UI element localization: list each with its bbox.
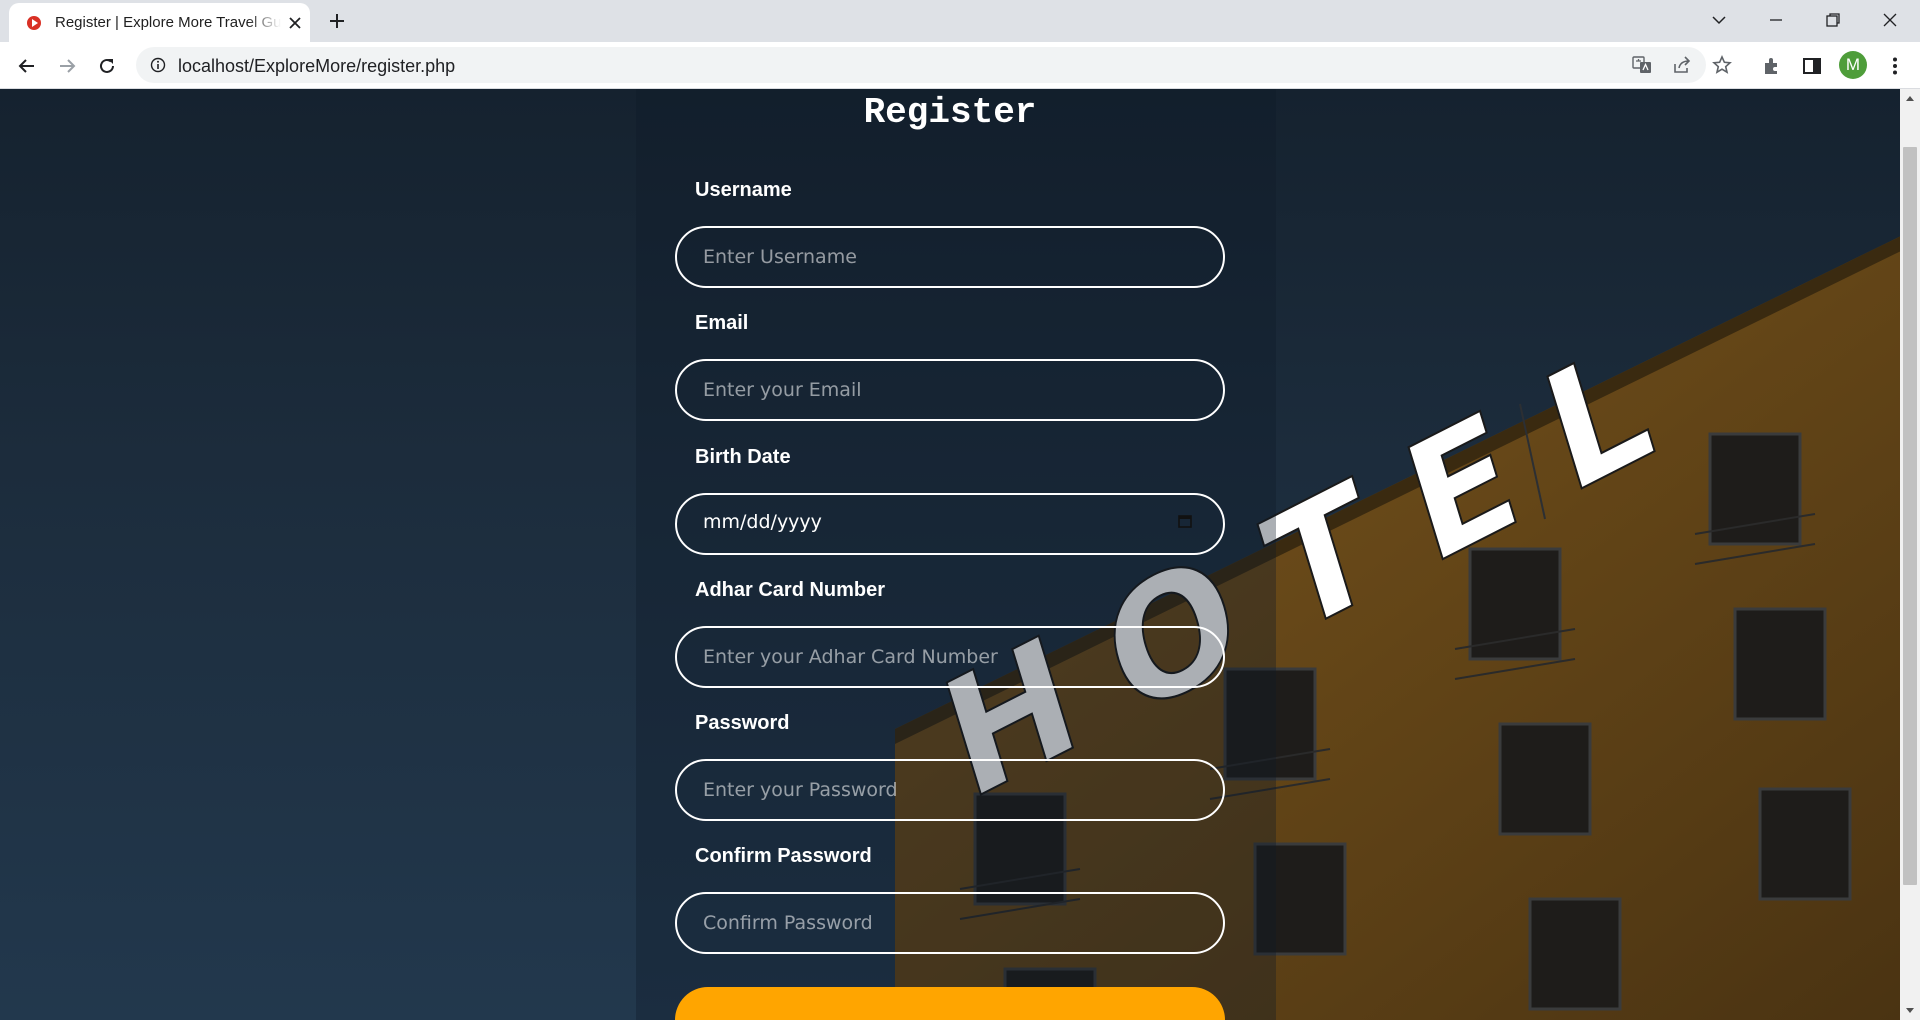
page-title: Register [863, 92, 1037, 133]
username-input[interactable] [675, 226, 1225, 288]
tab-search-button[interactable] [1704, 7, 1734, 33]
share-icon[interactable] [1672, 55, 1692, 75]
password-input[interactable] [675, 759, 1225, 821]
page-viewport: HOTEL Register Username Email Birth Date… [0, 89, 1900, 1020]
browser-tab[interactable]: Register | Explore More Travel Guide [9, 3, 310, 42]
birth-date-label: Birth Date [695, 446, 791, 468]
profile-avatar[interactable]: M [1839, 51, 1867, 79]
translate-icon[interactable] [1632, 55, 1652, 75]
page-scrollbar[interactable] [1900, 89, 1920, 1020]
tab-title: Register | Explore More Travel Guide [55, 14, 281, 31]
restore-button[interactable] [1818, 7, 1848, 33]
tab-close-icon[interactable] [288, 16, 302, 30]
forward-icon [60, 59, 76, 73]
email-input[interactable] [675, 359, 1225, 421]
scroll-up-icon[interactable] [1904, 93, 1916, 105]
info-icon[interactable] [150, 57, 166, 73]
username-label: Username [695, 179, 792, 201]
side-panel-icon[interactable] [1801, 55, 1823, 77]
address-bar[interactable]: localhost/ExploreMore/register.php [136, 47, 1732, 83]
minimize-icon [1770, 19, 1782, 21]
email-label: Email [695, 312, 749, 334]
password-label: Password [695, 712, 790, 734]
close-icon [1883, 13, 1897, 27]
register-form: Register Username Email Birth Date mm/dd… [636, 89, 1276, 1020]
reload-icon [100, 58, 114, 73]
close-window-button[interactable] [1875, 7, 1905, 33]
adhar-label: Adhar Card Number [695, 579, 886, 601]
new-tab-icon[interactable] [326, 10, 348, 32]
star-icon[interactable] [1712, 55, 1732, 75]
tab-strip: Register | Explore More Travel Guide [0, 0, 1920, 42]
confirm-password-input[interactable] [675, 892, 1225, 954]
scroll-thumb[interactable] [1903, 147, 1917, 885]
browser-toolbar: localhost/ExploreMore/register.php [0, 42, 1920, 89]
minimize-button[interactable] [1761, 7, 1791, 33]
url-text[interactable]: localhost/ExploreMore/register.php [178, 56, 455, 77]
calendar-icon[interactable] [1177, 513, 1193, 529]
scroll-down-icon[interactable] [1904, 1004, 1916, 1016]
restore-icon [1826, 13, 1840, 27]
forward-button[interactable] [54, 53, 80, 79]
birth-date-value: mm/dd/yyyy [703, 511, 822, 533]
adhar-input[interactable] [675, 626, 1225, 688]
chevron-down-icon [1712, 16, 1726, 25]
back-button[interactable] [14, 53, 40, 79]
back-icon [18, 59, 34, 73]
menu-icon[interactable] [1884, 55, 1906, 77]
extensions-icon[interactable] [1761, 55, 1783, 77]
confirm-password-label: Confirm Password [695, 845, 872, 867]
reload-button[interactable] [94, 53, 120, 79]
register-button[interactable]: Register [675, 987, 1225, 1020]
site-favicon-icon [27, 16, 41, 30]
